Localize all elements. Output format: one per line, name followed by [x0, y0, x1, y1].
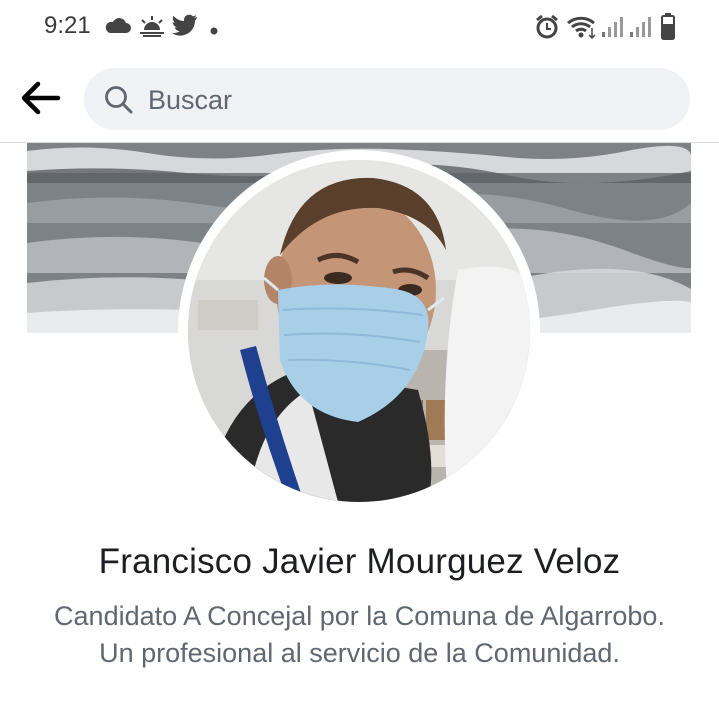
signal-icon — [600, 16, 624, 43]
sunrise-icon — [138, 14, 166, 43]
profile-name: Francisco Javier Mourguez Veloz — [98, 542, 621, 581]
search-header — [0, 56, 719, 143]
status-bar: 9:21 — [0, 0, 719, 56]
twitter-icon — [172, 14, 198, 41]
search-icon — [104, 85, 134, 120]
signal-icon — [628, 16, 652, 43]
profile-avatar[interactable] — [188, 160, 530, 502]
cloud-icon — [104, 14, 132, 41]
wifi-icon — [566, 14, 598, 45]
status-time: 9:21 — [44, 12, 91, 39]
back-button[interactable] — [18, 78, 62, 118]
dot-icon — [210, 22, 218, 40]
profile-bio: Candidato A Concejal por la Comuna de Al… — [54, 601, 665, 668]
arrow-left-icon — [21, 81, 61, 115]
search-input[interactable] — [146, 80, 670, 120]
battery-icon — [660, 12, 676, 45]
search-bar[interactable] — [84, 68, 690, 130]
alarm-icon — [534, 14, 560, 45]
